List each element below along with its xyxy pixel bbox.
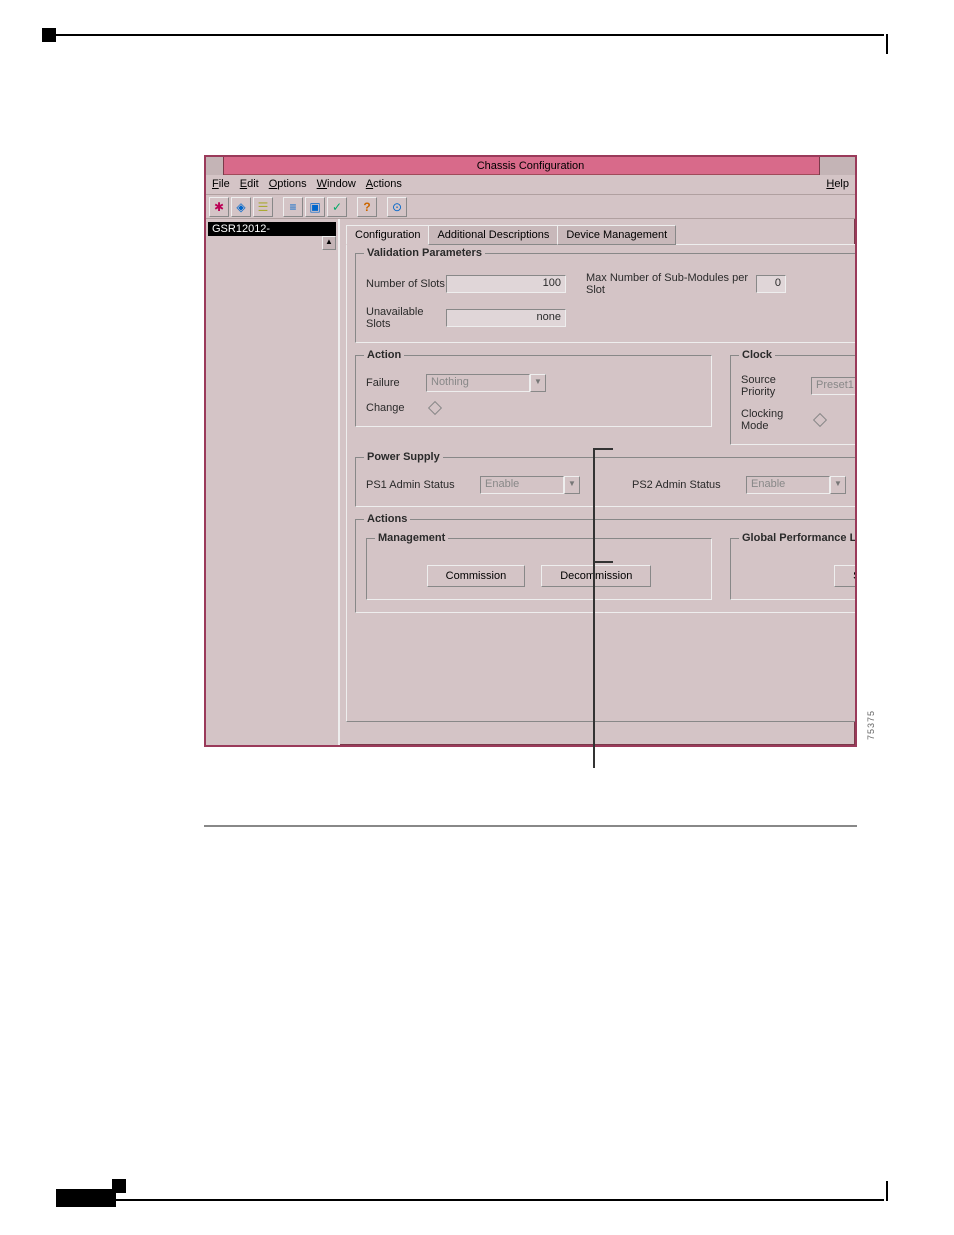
radio-change[interactable] [428, 401, 442, 415]
legend-clock: Clock [739, 349, 775, 361]
tab-device-management[interactable]: Device Management [557, 225, 676, 245]
titlebar: Chassis Configuration [206, 157, 855, 175]
tree-scroll-up[interactable]: ▲ [322, 236, 336, 250]
dropdown-icon: ▼ [530, 374, 546, 392]
label-number-of-slots: Number of Slots [366, 278, 446, 290]
group-power-supply: Power Supply PS1 Admin Status Enable ▼ P… [355, 457, 857, 507]
group-validation-parameters: Validation Parameters Number of Slots 10… [355, 253, 857, 343]
dropdown-icon: ▼ [564, 476, 580, 494]
tab-additional-descriptions[interactable]: Additional Descriptions [428, 225, 558, 245]
legend-logging: Global Performance Logging [739, 532, 857, 544]
legend-power-supply: Power Supply [364, 451, 443, 463]
toolbar: ✱ ◈ ☰ ≡ ▣ ✓ ? ⊙ [206, 195, 855, 219]
toolbar-btn-3[interactable]: ☰ [253, 197, 273, 217]
group-clock: Clock Source Priority Preset1 ▼ Clocking… [730, 355, 857, 445]
menu-options[interactable]: Options [269, 178, 307, 191]
radio-clocking-mode[interactable] [813, 413, 827, 427]
decommission-button[interactable]: Decommission [541, 565, 651, 587]
menubar: File Edit Options Window Actions Help [206, 175, 855, 195]
menu-help[interactable]: Help [826, 178, 849, 191]
field-max-sub-modules[interactable]: 0 [756, 275, 786, 293]
combo-ps1-admin-status[interactable]: Enable ▼ [480, 476, 580, 494]
tree-item-gsr[interactable]: GSR12012- [208, 222, 336, 236]
label-clocking-mode: Clocking Mode [741, 408, 811, 432]
annotation-line [593, 448, 613, 450]
group-global-performance-logging: Global Performance Logging Start Stop [730, 538, 857, 600]
legend-action: Action [364, 349, 404, 361]
combo-ps1-value: Enable [480, 476, 564, 494]
label-change: Change [366, 402, 426, 414]
combo-source-priority[interactable]: Preset1 ▼ [811, 377, 857, 395]
combo-failure[interactable]: Nothing ▼ [426, 374, 546, 392]
annotation-line [593, 448, 595, 768]
label-unavailable-slots: Unavailable Slots [366, 306, 446, 330]
toolbar-btn-2[interactable]: ◈ [231, 197, 251, 217]
combo-failure-value: Nothing [426, 374, 530, 392]
label-source-priority: Source Priority [741, 374, 811, 398]
combo-source-priority-value: Preset1 [811, 377, 857, 395]
start-button[interactable]: Start [834, 565, 857, 587]
menu-file[interactable]: File [212, 178, 230, 191]
group-management: Management Commission Decommission [366, 538, 712, 600]
app-window: Chassis Configuration File Edit Options … [204, 155, 857, 747]
commission-button[interactable]: Commission [427, 565, 526, 587]
tab-strip: Configuration Additional Descriptions De… [346, 225, 857, 245]
tab-configuration[interactable]: Configuration [346, 225, 429, 245]
window-controls[interactable] [819, 157, 855, 175]
toolbar-btn-5[interactable]: ▣ [305, 197, 325, 217]
group-actions: Actions Management Commission Decommissi… [355, 519, 857, 613]
label-ps2-admin-status: PS2 Admin Status [632, 479, 722, 491]
menu-window[interactable]: Window [317, 178, 356, 191]
figure-id: 75375 [866, 710, 876, 740]
combo-ps2-value: Enable [746, 476, 830, 494]
dropdown-icon: ▼ [830, 476, 846, 494]
group-action: Action Failure Nothing ▼ Change [355, 355, 712, 427]
annotation-line [593, 561, 613, 563]
figure-separator [204, 825, 857, 827]
window-title: Chassis Configuration [477, 160, 585, 172]
system-menu-button[interactable] [206, 157, 224, 175]
menu-edit[interactable]: Edit [240, 178, 259, 191]
toolbar-btn-1[interactable]: ✱ [209, 197, 229, 217]
tree-pane: GSR12012- ▲ [206, 219, 340, 745]
combo-ps2-admin-status[interactable]: Enable ▼ [746, 476, 846, 494]
label-ps1-admin-status: PS1 Admin Status [366, 479, 456, 491]
legend-management: Management [375, 532, 448, 544]
tab-body: Validation Parameters Number of Slots 10… [346, 244, 857, 722]
label-failure: Failure [366, 377, 426, 389]
field-unavailable-slots[interactable]: none [446, 309, 566, 327]
toolbar-btn-4[interactable]: ≡ [283, 197, 303, 217]
legend-actions: Actions [364, 513, 410, 525]
field-number-of-slots[interactable]: 100 [446, 275, 566, 293]
label-max-sub-modules: Max Number of Sub-Modules per Slot [586, 272, 756, 296]
toolbar-btn-8[interactable]: ⊙ [387, 197, 407, 217]
legend-validation: Validation Parameters [364, 247, 485, 259]
menu-actions[interactable]: Actions [366, 178, 402, 191]
toolbar-btn-6[interactable]: ✓ [327, 197, 347, 217]
toolbar-btn-help[interactable]: ? [357, 197, 377, 217]
